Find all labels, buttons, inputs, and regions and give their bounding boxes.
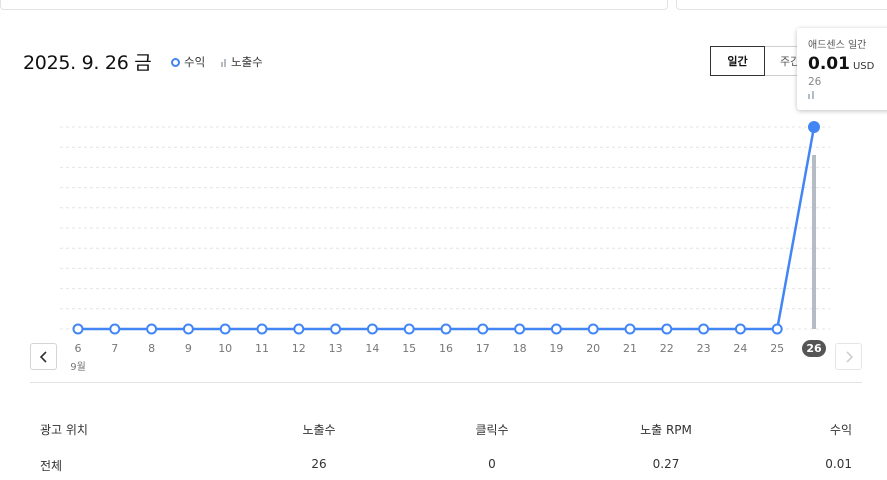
revenue-point [514,323,526,335]
x-tick-label: 22 [660,342,674,355]
x-tick-label: 11 [255,342,269,355]
header-revenue: 수익 [829,423,852,437]
tooltip-revenue-value: 0.01 [808,54,850,74]
revenue-point [550,323,562,335]
x-tick-label: 12 [292,342,306,355]
revenue-point [182,323,194,335]
revenue-point [587,323,599,335]
month-label: 9월 [70,361,86,373]
revenue-point [146,323,158,335]
tooltip-impressions: 26 [808,76,822,88]
x-tick-label: 20 [586,342,600,355]
header-impressions: 노출수 [302,423,336,437]
revenue-point [256,323,268,335]
x-tick-label: 10 [218,342,232,355]
x-tick-label: 7 [111,342,118,355]
revenue-point [109,323,121,335]
x-tick-label: 23 [697,342,711,355]
tooltip-currency: USD [852,61,875,72]
revenue-point [808,121,820,133]
x-tick-label: 9 [185,342,192,355]
chevron-right-icon [845,350,853,363]
tooltip-value: 0.01 USD [808,54,887,74]
x-tick-label: 26 [806,342,822,355]
tooltip-title: 애드센스 일간 [808,40,867,51]
bar-chart-icon [808,91,887,99]
revenue-chart: 6 7 8 9 10 11 12 13 14 15 16 17 18 19 20 21 22 23 24 25 26 9월 [60,121,830,373]
revenue-point [330,323,342,335]
revenue-point [624,323,636,335]
cell-rpm: 0.27 [652,457,680,471]
x-tick-label: 17 [476,342,490,355]
x-tick-label: 25 [770,342,784,355]
x-tick-label: 19 [549,342,563,355]
revenue-point [734,323,746,335]
x-tick-label: 15 [402,342,416,355]
x-tick-label: 18 [513,342,527,355]
x-tick-label: 21 [623,342,637,355]
x-tick-label: 14 [365,342,379,355]
revenue-point [771,323,783,335]
revenue-point [219,323,231,335]
header-ad-position: 광고 위치 [40,423,88,437]
x-tick-label: 13 [329,342,343,355]
revenue-point [698,323,710,335]
revenue-point [477,323,489,335]
cell-clicks: 0 [488,457,496,471]
cell-impressions: 26 [311,457,327,471]
x-tick-label: 16 [439,342,453,355]
header-rpm: 노출 RPM [640,423,692,437]
divider [30,382,862,383]
header-clicks: 클릭수 [475,423,509,437]
revenue-point [293,323,305,335]
revenue-point [440,323,452,335]
revenue-point [366,323,378,335]
chart-tooltip: 애드센스 일간 0.01 USD 26 [797,28,887,110]
cell-revenue: 0.01 [825,457,852,471]
cell-ad-position: 전체 [40,459,63,473]
x-tick-label: 8 [148,342,155,355]
x-tick-label: 24 [733,342,747,355]
chevron-left-icon [39,350,47,363]
revenue-point [661,323,673,335]
x-tick-label: 6 [75,342,82,355]
next-button[interactable] [835,343,862,370]
revenue-point [403,323,415,335]
previous-button[interactable] [30,343,57,370]
impressions-bar [812,155,816,329]
revenue-point [72,323,84,335]
